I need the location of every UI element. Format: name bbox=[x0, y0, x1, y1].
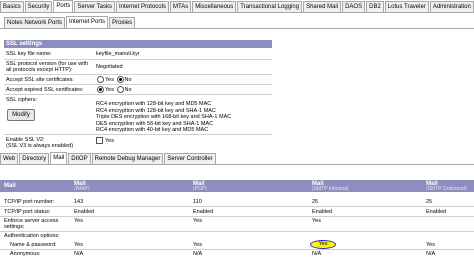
tab-transactional-logging[interactable]: Transactional Logging bbox=[237, 1, 303, 12]
accept-site-no-label: No bbox=[124, 76, 132, 83]
accept-expired-yes-label: Yes bbox=[105, 86, 114, 93]
tab-directory[interactable]: Directory bbox=[19, 153, 50, 164]
row-label: Anonymous: bbox=[10, 251, 41, 257]
tab-administration[interactable]: Administration bbox=[429, 1, 474, 12]
tab-mail[interactable]: Mail bbox=[50, 152, 68, 164]
table-row: TCP/IP port status: Enabled Enabled Enab… bbox=[0, 207, 474, 217]
table-row: Anonymous: N/A N/A N/A N/A bbox=[0, 250, 474, 258]
cell-smtp-inbound: 25 bbox=[312, 199, 319, 205]
enable-ssl-v2-value: Yes bbox=[105, 137, 114, 144]
ssl-key-file-row: SSL key file name: keyfile_manuli.kyr bbox=[4, 49, 272, 60]
tab-server-tasks[interactable]: Server Tasks bbox=[74, 1, 115, 12]
accept-expired-yes-radio[interactable] bbox=[97, 86, 104, 93]
cell-imap: 143 bbox=[74, 199, 84, 205]
tab-security[interactable]: Security bbox=[24, 1, 53, 12]
ports-tab-bar: Notes Network Ports Internet Ports Proxi… bbox=[4, 16, 474, 28]
accept-site-row: Accept SSL site certificates: Yes No bbox=[4, 75, 272, 85]
tab-miscellaneous[interactable]: Miscellaneous bbox=[192, 1, 237, 12]
cipher-item: Triple DES encryption with 168-bit key a… bbox=[96, 114, 232, 120]
table-row: TCP/IP port number: 143 110 25 25 bbox=[0, 197, 474, 207]
grid-header-smtp-inbound: Mail (SMTP Inbound) bbox=[312, 181, 349, 192]
tab-basics[interactable]: Basics bbox=[0, 1, 24, 12]
enable-ssl-v2-row: Enable SSL V2: (SSL V3 is always enabled… bbox=[4, 135, 272, 149]
accept-site-no-radio[interactable] bbox=[116, 76, 124, 83]
accept-site-yes-label: Yes bbox=[105, 76, 114, 83]
accept-expired-row: Accept expired SSL certificates: Yes No bbox=[4, 85, 272, 95]
accept-expired-no-label: No bbox=[124, 86, 132, 93]
cipher-item: RC4 encryption with 128-bit key and MD5 … bbox=[96, 101, 212, 107]
tab-daos[interactable]: DAOS bbox=[342, 1, 366, 12]
cell-smtp-outbound: N/A bbox=[426, 251, 436, 257]
ssl-settings-header: SSL settings bbox=[4, 40, 272, 48]
ssl-protocol-label: SSL protocol version (for use with all p… bbox=[6, 61, 89, 73]
cell-imap: Enabled bbox=[74, 209, 95, 215]
cell-smtp-inbound: N/A bbox=[312, 251, 322, 257]
ssl-key-file-label: SSL key file name: bbox=[6, 51, 52, 57]
cell-imap: N/A bbox=[74, 251, 84, 257]
tab-diiop[interactable]: DIIOP bbox=[68, 153, 91, 164]
cipher-item: RC4 encryption with 40-bit key and MD5 M… bbox=[96, 127, 209, 133]
tab-shared-mail[interactable]: Shared Mail bbox=[303, 1, 342, 12]
row-label: Name & password: bbox=[10, 242, 57, 248]
cell-pop: Enabled bbox=[193, 209, 214, 215]
cell-pop: Yes bbox=[193, 218, 202, 224]
accept-site-options: Yes No bbox=[96, 76, 132, 83]
protocol-tab-bar: Web Directory Mail DIIOP Remote Debug Ma… bbox=[0, 152, 474, 165]
row-label: Authentication options: bbox=[4, 233, 60, 239]
table-row: Name & password: Yes Yes Yes bbox=[0, 240, 474, 250]
tab-server-controller[interactable]: Server Controller bbox=[164, 153, 216, 164]
ssl-protocol-row: SSL protocol version (for use with all p… bbox=[4, 60, 272, 75]
enable-ssl-v2-checkbox[interactable] bbox=[96, 137, 103, 144]
row-label: Enforce server access settings: bbox=[4, 218, 59, 230]
highlighted-smtp-inbound-name-password: Yes bbox=[310, 240, 336, 249]
cell-smtp-outbound: Enabled bbox=[426, 209, 447, 215]
mail-grid-header: Mail Mail (IMAP) Mail (POP) Mail (SMTP Inbo… bbox=[0, 180, 474, 192]
tab-web[interactable]: Web bbox=[0, 153, 19, 164]
enable-ssl-v2-option: Yes bbox=[96, 137, 114, 144]
cell-pop: N/A bbox=[193, 251, 203, 257]
modify-ciphers-button[interactable]: Modify bbox=[7, 109, 35, 121]
accept-site-label: Accept SSL site certificates: bbox=[6, 77, 74, 83]
main-tab-bar: Basics Security Ports Server Tasks Inter… bbox=[0, 0, 474, 13]
grid-header-mail: Mail bbox=[4, 183, 16, 189]
tab-divider bbox=[0, 28, 474, 29]
accept-expired-label: Accept expired SSL certificates: bbox=[6, 87, 84, 93]
cell-imap: Yes bbox=[74, 218, 83, 224]
cell-smtp-inbound: Yes bbox=[312, 218, 321, 224]
cell-pop: Yes bbox=[193, 242, 202, 248]
accept-site-yes-radio[interactable] bbox=[97, 76, 104, 83]
cell-smtp-outbound: Yes bbox=[426, 242, 435, 248]
accept-expired-no-radio[interactable] bbox=[116, 86, 124, 93]
cell-smtp-outbound: 25 bbox=[426, 199, 433, 205]
grid-header-pop: Mail (POP) bbox=[193, 181, 207, 192]
ssl-key-file-value[interactable]: keyfile_manuli.kyr bbox=[96, 51, 140, 57]
tab-notes-network-ports[interactable]: Notes Network Ports bbox=[4, 17, 66, 28]
table-row: Authentication options: bbox=[0, 232, 474, 240]
ssl-ciphers-row: SSL ciphers: RC4 encryption with 128-bit… bbox=[4, 95, 272, 135]
tab-internet-protocols[interactable]: Internet Protocols bbox=[115, 1, 169, 12]
tab-mtas[interactable]: MTAs bbox=[169, 1, 192, 12]
tab-db2[interactable]: DB2 bbox=[366, 1, 384, 12]
cell-pop: 110 bbox=[193, 199, 202, 205]
ssl-protocol-value[interactable]: Negotiated bbox=[96, 64, 123, 70]
cell-imap: Yes bbox=[74, 242, 83, 248]
cell-smtp-inbound: Enabled bbox=[312, 209, 333, 215]
tab-remote-debug-manager[interactable]: Remote Debug Manager bbox=[91, 153, 164, 164]
accept-expired-options: Yes No bbox=[96, 86, 132, 93]
row-label: TCP/IP port status: bbox=[4, 209, 51, 215]
ssl-ciphers-label: SSL ciphers: bbox=[6, 97, 37, 103]
enable-ssl-v2-note: (SSL V3 is always enabled) bbox=[6, 143, 74, 149]
tab-lotus-traveler[interactable]: Lotus Traveler bbox=[384, 1, 429, 12]
grid-header-imap: Mail (IMAP) bbox=[74, 181, 90, 192]
row-label: TCP/IP port number: bbox=[4, 199, 55, 205]
grid-header-smtp-outbound: Mail (SMTP Outbound) bbox=[426, 181, 467, 192]
tab-proxies[interactable]: Proxies bbox=[109, 17, 136, 28]
tab-ports[interactable]: Ports bbox=[53, 0, 74, 12]
table-row: Enforce server access settings: Yes Yes … bbox=[0, 217, 474, 232]
ssl-ciphers-list: RC4 encryption with 128-bit key and MD5 … bbox=[96, 101, 231, 134]
tab-internet-ports[interactable]: Internet Ports bbox=[66, 16, 109, 28]
